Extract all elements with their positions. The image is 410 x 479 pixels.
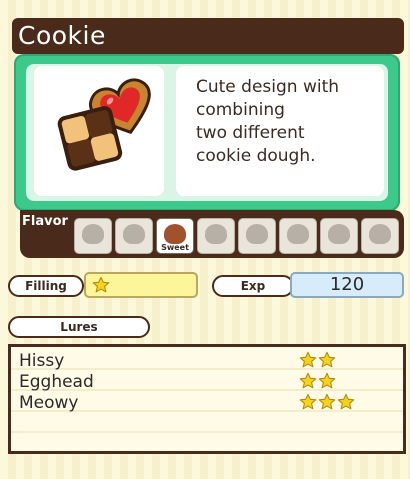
flavor-icon-1[interactable] bbox=[74, 218, 112, 254]
flavor-creature-icon bbox=[164, 224, 186, 244]
cookie-icon bbox=[57, 78, 151, 171]
star-icon bbox=[337, 393, 355, 410]
item-description: Cute design with combining two different… bbox=[196, 77, 340, 166]
star-icon bbox=[318, 372, 336, 389]
star-icon bbox=[299, 393, 317, 410]
title-bar: Cookie bbox=[12, 18, 404, 54]
flavor-icon-2[interactable] bbox=[115, 218, 153, 254]
star-icon bbox=[299, 351, 317, 368]
lure-stars bbox=[299, 393, 356, 415]
flavor-icon-7[interactable] bbox=[320, 218, 358, 254]
filling-stars bbox=[92, 276, 111, 298]
lure-row: Meowy bbox=[19, 393, 399, 413]
flavor-creature-icon bbox=[328, 224, 350, 244]
flavor-caption: Sweet bbox=[161, 243, 189, 252]
star-icon bbox=[318, 351, 336, 368]
exp-value: 120 bbox=[290, 272, 404, 298]
lure-stars bbox=[299, 372, 337, 394]
item-image-panel bbox=[34, 66, 164, 196]
lure-name: Meowy bbox=[19, 393, 79, 413]
flavor-creature-icon bbox=[246, 224, 268, 244]
star-icon bbox=[299, 372, 317, 389]
flavor-icon-3[interactable]: Sweet bbox=[156, 218, 194, 254]
lure-name: Hissy bbox=[19, 351, 65, 371]
filling-label: Filling bbox=[8, 275, 84, 297]
flavor-label: Flavor bbox=[22, 214, 68, 229]
flavor-creature-icon bbox=[82, 224, 104, 244]
flavor-creature-icon bbox=[205, 224, 227, 244]
exp-label: Exp bbox=[212, 275, 294, 297]
lure-row: Egghead bbox=[19, 372, 399, 392]
flavor-icon-8[interactable] bbox=[361, 218, 399, 254]
flavor-creature-icon bbox=[369, 224, 391, 244]
star-icon bbox=[92, 276, 110, 293]
flavor-icon-row: Sweet bbox=[74, 218, 404, 258]
lures-label: Lures bbox=[8, 316, 150, 338]
flavor-creature-icon bbox=[123, 224, 145, 244]
lure-row: Hissy bbox=[19, 351, 399, 371]
lure-name: Egghead bbox=[19, 372, 94, 392]
lures-panel: Hissy Egghead Meowy bbox=[8, 344, 406, 454]
lure-stars bbox=[299, 351, 337, 373]
flavor-icon-5[interactable] bbox=[238, 218, 276, 254]
item-card: Cute design with combining two different… bbox=[14, 54, 400, 211]
flavor-creature-icon bbox=[287, 224, 309, 244]
description-panel: Cute design with combining two different… bbox=[176, 66, 384, 196]
flavor-icon-6[interactable] bbox=[279, 218, 317, 254]
flavor-icon-4[interactable] bbox=[197, 218, 235, 254]
item-name: Cookie bbox=[18, 21, 106, 50]
star-icon bbox=[318, 393, 336, 410]
filling-value-box bbox=[84, 272, 198, 298]
